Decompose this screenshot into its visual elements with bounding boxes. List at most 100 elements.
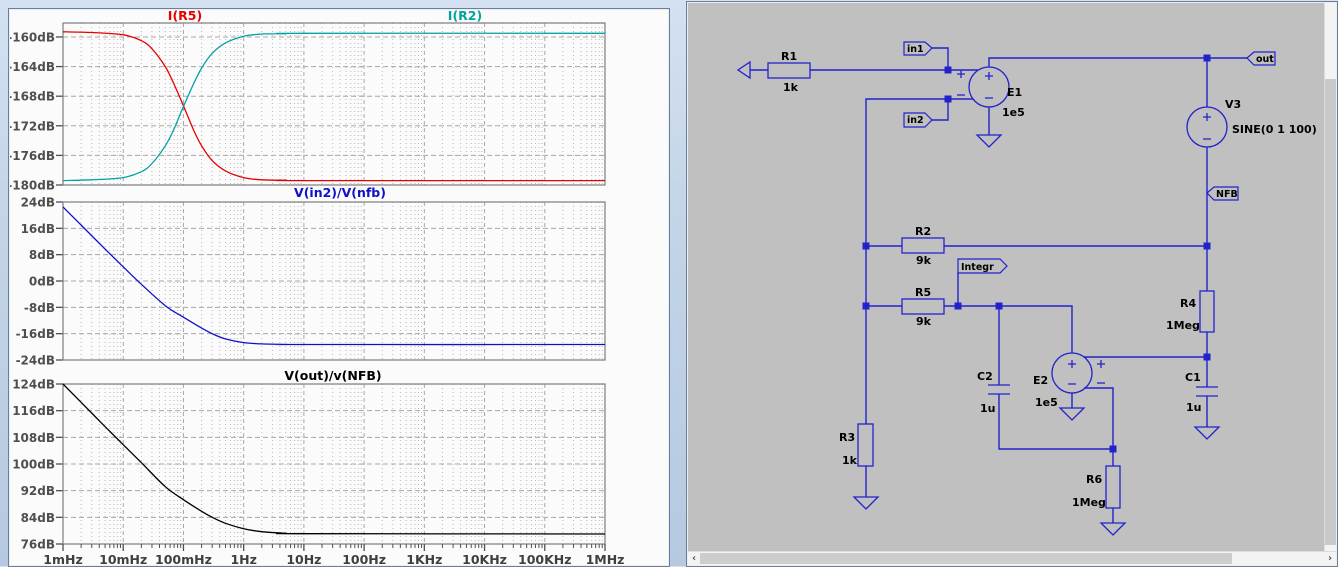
- horizontal-scrollbar-thumb[interactable]: [700, 553, 1232, 564]
- capacitor-C1-value[interactable]: 1u: [1186, 401, 1202, 414]
- resistor-R6-label[interactable]: R6: [1086, 473, 1102, 486]
- wire[interactable]: [988, 57, 1207, 67]
- waveform-plot[interactable]: -160dB -164dB -168dB -172dB -176dB -180dB I(R5…: [10, 10, 667, 565]
- curve-vin2vnfb[interactable]: [62, 206, 606, 346]
- voltage-source-V3-label[interactable]: V3: [1225, 98, 1241, 111]
- vcvs-E2-value[interactable]: 1e5: [1035, 396, 1058, 409]
- capacitor-C2-label[interactable]: C2: [977, 370, 993, 383]
- net-flag-nfb[interactable]: NFB: [1206, 186, 1239, 201]
- junction-dot: [862, 242, 870, 250]
- waveform-viewer-pane[interactable]: -160dB -164dB -168dB -172dB -176dB -180dB I(R5…: [8, 8, 670, 567]
- junction-dot: [1203, 242, 1211, 250]
- junction-dot: [1203, 353, 1211, 361]
- net-flag-out-text: out: [1256, 54, 1274, 65]
- resistor-R2-value[interactable]: 9k: [916, 254, 932, 267]
- y-tick-label: 108dB: [12, 431, 55, 445]
- curve-ir5[interactable]: [62, 31, 605, 182]
- trace-title[interactable]: I(R5): [168, 10, 202, 23]
- resistor-R1[interactable]: R1 1k: [767, 50, 811, 94]
- vcvs-E1-value[interactable]: 1e5: [1002, 106, 1025, 119]
- trace-title[interactable]: V(in2)/V(nfb): [294, 185, 386, 200]
- net-flag-in1[interactable]: in1: [903, 41, 933, 56]
- junction-dot: [954, 302, 962, 310]
- curve-ir2[interactable]: [62, 32, 606, 182]
- junction-dot: [944, 66, 952, 74]
- wire[interactable]: [944, 305, 1073, 353]
- scroll-left-arrow-icon[interactable]: ‹: [688, 552, 700, 565]
- ground-icon[interactable]: [852, 496, 880, 510]
- junction-dot: [1203, 54, 1211, 62]
- x-axis: 1mHz 10mHz 100mHz 1Hz 10Hz 100Hz 1KHz 10KHz 100K…: [43, 544, 624, 565]
- schematic-canvas[interactable]: R1 1k R2 9k R5 9k R3 1k R4 1Meg R6 1Meg …: [689, 8, 1325, 548]
- resistor-R2-label[interactable]: R2: [915, 225, 931, 238]
- trace-title[interactable]: I(R2): [448, 10, 482, 23]
- ground-icon[interactable]: [1193, 426, 1221, 440]
- resistor-R1-label[interactable]: R1: [781, 50, 797, 63]
- y-tick-label: 8dB: [29, 248, 55, 262]
- ground-icon[interactable]: [975, 134, 1003, 148]
- trace-title[interactable]: V(out)/v(NFB): [284, 368, 381, 383]
- x-tick-label: 100Hz: [342, 552, 386, 565]
- y-tick-label: 84dB: [21, 511, 55, 525]
- resistor-R5-label[interactable]: R5: [915, 286, 931, 299]
- resistor-R4[interactable]: R4 1Meg: [1166, 290, 1215, 333]
- capacitor-C1-label[interactable]: C1: [1185, 371, 1201, 384]
- resistor-R6[interactable]: R6 1Meg: [1072, 465, 1121, 509]
- resistor-R3-label[interactable]: R3: [839, 431, 855, 444]
- y-tick-label: -16dB: [16, 327, 55, 341]
- vcvs-E1[interactable]: E1 1e5: [957, 66, 1025, 119]
- resistor-R3[interactable]: R3 1k: [839, 423, 874, 467]
- wire[interactable]: [1084, 387, 1114, 449]
- y-tick-label: -180dB: [10, 179, 55, 193]
- y-tick-label: -164dB: [10, 60, 55, 74]
- plot-pane-1[interactable]: 24dB 16dB 8dB 0dB -8dB -16dB -24dB V(in2)/V(nfb…: [16, 185, 606, 368]
- port-arrow-icon[interactable]: [736, 60, 751, 80]
- vertical-scrollbar[interactable]: [1324, 3, 1336, 552]
- resistor-R4-label[interactable]: R4: [1180, 297, 1196, 310]
- x-tick-label: 1mHz: [43, 552, 82, 565]
- y-tick-label: 0dB: [29, 275, 55, 289]
- grounds[interactable]: [852, 134, 1221, 536]
- net-flag-nfb-text: NFB: [1216, 189, 1238, 200]
- resistor-R6-value[interactable]: 1Meg: [1072, 496, 1106, 509]
- horizontal-scrollbar[interactable]: ‹ ›: [688, 551, 1336, 565]
- y-tick-label: 24dB: [21, 196, 55, 210]
- vcvs-E2[interactable]: E2 1e5: [1033, 352, 1105, 409]
- resistor-R2[interactable]: R2 9k: [901, 225, 945, 267]
- x-tick-label: 10Hz: [286, 552, 321, 565]
- y-tick-label: 92dB: [21, 484, 55, 498]
- schematic-pane[interactable]: R1 1k R2 9k R5 9k R3 1k R4 1Meg R6 1Meg …: [686, 1, 1338, 567]
- vcvs-E1-label[interactable]: E1: [1007, 86, 1022, 99]
- resistor-R5-value[interactable]: 9k: [916, 315, 932, 328]
- junction-dot: [1109, 445, 1117, 453]
- x-tick-label: 1MHz: [586, 552, 625, 565]
- curve-voutvnfb[interactable]: [62, 383, 606, 535]
- y-tick-label: -8dB: [24, 301, 55, 315]
- scroll-right-arrow-icon[interactable]: ›: [1324, 552, 1336, 565]
- x-tick-label: 100KHz: [518, 552, 572, 565]
- plot-pane-2[interactable]: 124dB 116dB 108dB 100dB 92dB 84dB 76dB V(out)/v…: [12, 368, 606, 552]
- ground-icon[interactable]: [1058, 407, 1086, 421]
- x-tick-label: 10KHz: [462, 552, 507, 565]
- resistor-R5[interactable]: R5 9k: [901, 286, 945, 328]
- x-tick-label: 100mHz: [155, 552, 212, 565]
- y-tick-label: -24dB: [16, 354, 55, 368]
- net-flag-integr[interactable]: Integr: [957, 258, 1008, 274]
- vcvs-E2-label[interactable]: E2: [1033, 374, 1048, 387]
- plot-pane-0[interactable]: -160dB -164dB -168dB -172dB -176dB -180dB I(R5…: [10, 10, 606, 193]
- voltage-source-V3-value[interactable]: SINE(0 1 100): [1232, 123, 1317, 136]
- vertical-scrollbar-thumb[interactable]: [1325, 79, 1336, 545]
- capacitor-C2[interactable]: C2 1u: [977, 370, 1010, 415]
- resistor-R4-value[interactable]: 1Meg: [1166, 319, 1200, 332]
- resistor-R1-value[interactable]: 1k: [783, 81, 799, 94]
- capacitor-C2-value[interactable]: 1u: [980, 402, 996, 415]
- wire[interactable]: [865, 98, 948, 424]
- capacitor-C1[interactable]: C1 1u: [1185, 371, 1218, 414]
- net-flag-in1-text: in1: [907, 44, 924, 55]
- junction-dot: [862, 302, 870, 310]
- ground-icon[interactable]: [1099, 522, 1127, 536]
- net-flag-in2[interactable]: in2: [903, 112, 933, 128]
- wires[interactable]: [750, 47, 1247, 523]
- resistor-R3-value[interactable]: 1k: [842, 454, 858, 467]
- net-flag-out[interactable]: out: [1246, 51, 1276, 66]
